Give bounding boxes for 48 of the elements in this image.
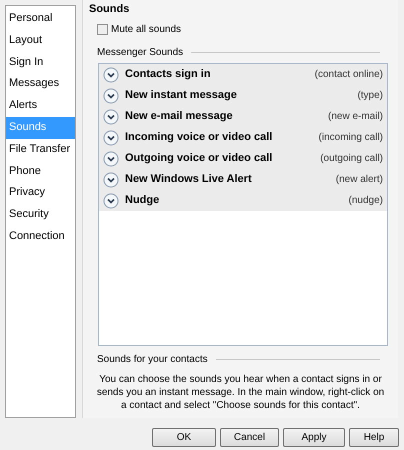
group-heading: Messenger Sounds	[97, 46, 184, 60]
sidebar-item[interactable]: Personal	[6, 8, 75, 30]
sound-row[interactable]: New instant message (type)	[99, 85, 387, 106]
checkbox[interactable]	[97, 24, 108, 35]
sound-name: (outgoing call)	[320, 152, 383, 166]
sound-event: Contacts sign in	[125, 67, 212, 82]
sound-row[interactable]: Contacts sign in (contact online)	[99, 64, 387, 85]
sidebar-item[interactable]: Privacy	[6, 182, 75, 204]
dialog-button[interactable]: Help	[349, 428, 399, 447]
dialog-button[interactable]: OK	[152, 428, 216, 447]
sound-name: (type)	[357, 89, 383, 103]
expand-icon[interactable]	[103, 130, 119, 146]
help-text: You can choose the sounds you hear when a contact signs in or sends you an instant message. In the main window, right-click on a contact and select "Choose sounds for this contact".	[96, 373, 386, 412]
sound-row[interactable]: Incoming voice or video call (incoming call)	[99, 127, 387, 148]
sound-row[interactable]: New e-mail message (new e-mail)	[99, 106, 387, 127]
expand-icon[interactable]	[103, 172, 119, 188]
sound-row[interactable]: Nudge (nudge)	[99, 190, 387, 211]
mute-checkbox[interactable]: Mute all sounds	[97, 22, 182, 37]
sound-event: New instant message	[125, 88, 238, 104]
expand-icon[interactable]	[103, 88, 119, 104]
sound-event: Outgoing voice or video call	[125, 151, 274, 166]
sidebar-item[interactable]: Connection	[6, 226, 75, 248]
section-title: Sounds	[88, 2, 130, 16]
sidebar-item[interactable]: Phone	[6, 160, 75, 182]
dialog-button[interactable]: Apply	[283, 428, 345, 447]
sound-name: (contact online)	[314, 68, 383, 82]
expand-icon[interactable]	[103, 192, 119, 208]
sound-name: (new alert)	[336, 173, 383, 187]
sound-event: Incoming voice or video call	[125, 130, 274, 146]
sidebar-item[interactable]: Security	[6, 204, 75, 226]
sidebar-item[interactable]: File Transfer	[6, 138, 75, 161]
group-heading: Sounds for your contacts	[97, 353, 208, 367]
sidebar-item[interactable]: Layout	[6, 30, 75, 52]
sound-event: New Windows Live Alert	[125, 172, 253, 188]
sound-event: New e-mail message	[125, 109, 234, 124]
sound-name: (nudge)	[348, 194, 383, 208]
sound-event: Nudge	[125, 193, 160, 208]
sound-name: (new e-mail)	[328, 110, 383, 124]
sidebar-item[interactable]: Sign In	[6, 52, 75, 74]
sound-row[interactable]: New Windows Live Alert (new alert)	[99, 169, 387, 190]
expand-icon[interactable]	[103, 150, 119, 166]
sidebar-item[interactable]: Alerts	[6, 95, 75, 117]
sound-row[interactable]: Outgoing voice or video call (outgoing call)	[99, 148, 387, 169]
sidebar-item[interactable]: Messages	[6, 73, 75, 96]
expand-icon[interactable]	[103, 66, 119, 82]
sound-name: (incoming call)	[318, 131, 383, 145]
dialog-button[interactable]: Cancel	[220, 428, 279, 447]
expand-icon[interactable]	[103, 108, 119, 124]
